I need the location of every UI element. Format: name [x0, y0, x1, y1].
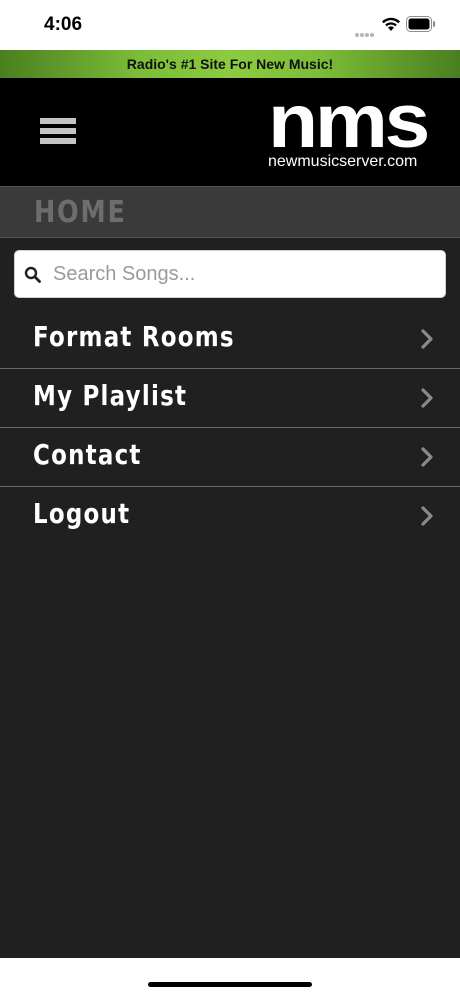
menu-item-label: Logout	[33, 497, 131, 530]
search-input[interactable]	[53, 251, 439, 297]
cellular-dots-icon	[355, 24, 375, 42]
chevron-right-icon	[421, 447, 433, 467]
menu-item-contact[interactable]: Contact	[0, 428, 460, 487]
chevron-right-icon	[421, 506, 433, 526]
page-title-bar: HOME	[0, 186, 460, 238]
site-header: nms newmusicserver.com	[0, 78, 460, 186]
status-time: 4:06	[44, 14, 83, 35]
menu-item-logout[interactable]: Logout	[0, 487, 460, 546]
menu-item-label: Contact	[33, 438, 142, 471]
hamburger-icon[interactable]	[40, 118, 76, 148]
main-content: Format Rooms My Playlist Contact Logout	[0, 238, 460, 958]
site-logo[interactable]: nms newmusicserver.com	[268, 84, 432, 171]
menu-item-label: Format Rooms	[33, 320, 235, 353]
page-title: HOME	[34, 195, 127, 230]
wifi-icon	[382, 17, 400, 31]
main-menu: Format Rooms My Playlist Contact Logout	[0, 310, 460, 546]
menu-item-label: My Playlist	[33, 379, 188, 412]
chevron-right-icon	[421, 388, 433, 408]
menu-item-format-rooms[interactable]: Format Rooms	[0, 310, 460, 369]
home-indicator[interactable]	[148, 982, 312, 987]
chevron-right-icon	[421, 329, 433, 349]
battery-icon	[406, 16, 435, 32]
search-box[interactable]	[14, 250, 446, 298]
tagline-banner: Radio's #1 Site For New Music!	[0, 50, 460, 78]
search-icon	[24, 266, 41, 283]
home-indicator-area	[0, 958, 460, 996]
logo-mark: nms	[268, 79, 430, 164]
tagline-text: Radio's #1 Site For New Music!	[126, 56, 334, 72]
status-bar: 4:06	[0, 0, 460, 50]
menu-item-my-playlist[interactable]: My Playlist	[0, 369, 460, 428]
